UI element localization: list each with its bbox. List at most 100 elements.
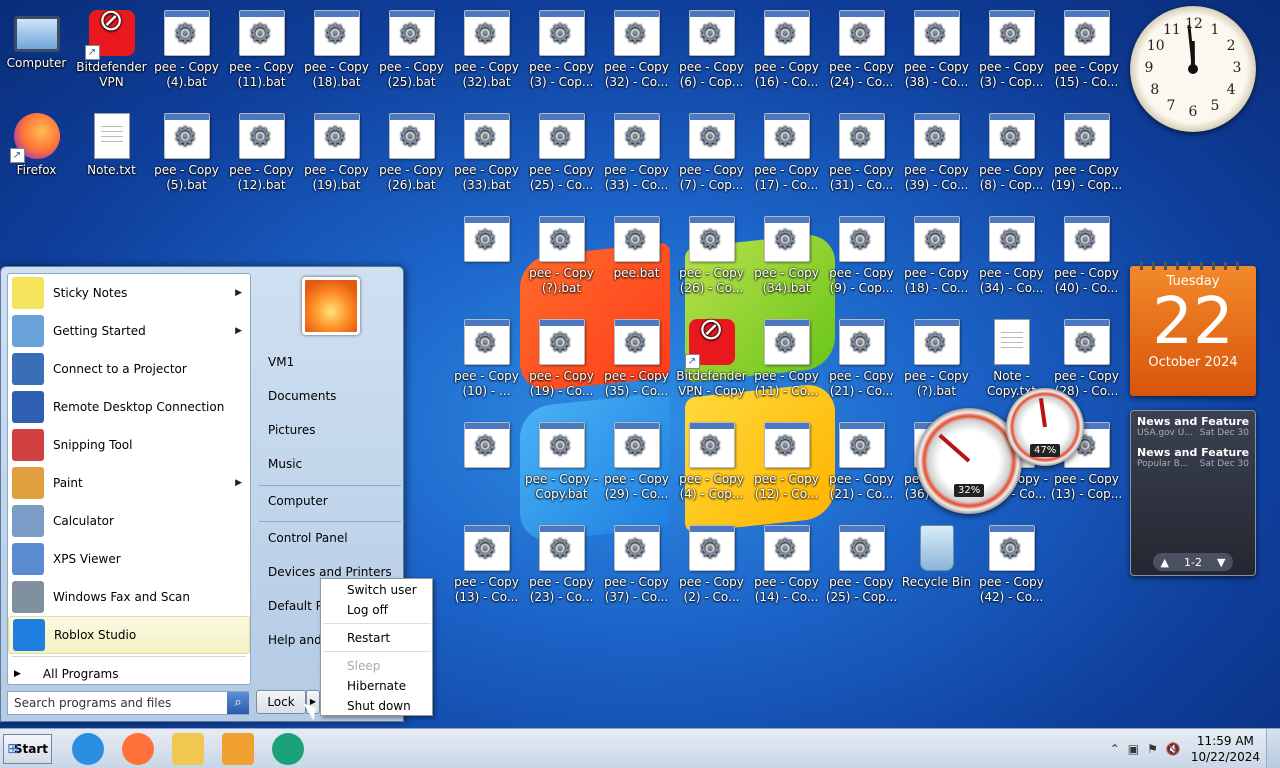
desktop-icon-bat[interactable]: pee - Copy (34).bat xyxy=(749,216,824,296)
power-menu-item[interactable]: Hibernate xyxy=(347,679,406,693)
desktop-icon-bat[interactable]: pee - Copy (38) - Co... xyxy=(899,10,974,90)
desktop-icon-bat[interactable]: pee - Copy (7) - Cop... xyxy=(674,113,749,193)
desktop-icon-firefox[interactable]: Firefox xyxy=(0,113,74,178)
desktop-icon-bat[interactable]: pee - Copy (32).bat xyxy=(449,10,524,90)
start-menu-item[interactable]: Remote Desktop Connection xyxy=(8,388,250,426)
desktop-icon-bat[interactable] xyxy=(449,216,524,266)
network-icon[interactable]: ▣ xyxy=(1128,742,1139,756)
start-menu-item[interactable]: Connect to a Projector xyxy=(8,350,250,388)
desktop-icon-bitdef[interactable]: Bitdefender VPN - Copy xyxy=(674,319,749,399)
submenu-arrow-icon[interactable]: ▶ xyxy=(235,288,242,298)
desktop-icon-bat[interactable]: pee - Copy (34) - Co... xyxy=(974,216,1049,296)
taskbar-internet-explorer-icon[interactable] xyxy=(72,733,104,765)
show-hidden-icons-icon[interactable]: ⌃ xyxy=(1110,742,1120,756)
start-menu-link[interactable]: Documents xyxy=(268,389,336,403)
submenu-arrow-icon[interactable]: ▶ xyxy=(235,478,242,488)
desktop-icon-bat[interactable]: pee - Copy (26).bat xyxy=(374,113,449,193)
start-menu-item[interactable]: Snipping Tool xyxy=(8,426,250,464)
start-menu-link[interactable]: Computer xyxy=(268,494,328,508)
desktop-icon-bat[interactable]: pee - Copy (19) - Co... xyxy=(524,319,599,399)
desktop-icon-bat[interactable]: pee - Copy (3) - Cop... xyxy=(974,10,1049,90)
calendar-gadget[interactable]: Tuesday 22 October 2024 xyxy=(1130,262,1256,396)
memory-meter-gadget[interactable]: 47% xyxy=(1006,388,1084,466)
user-picture[interactable] xyxy=(302,277,360,335)
desktop-icon-bat[interactable]: pee - Copy (9) - Cop... xyxy=(824,216,899,296)
desktop-icon-bat[interactable]: pee - Copy (25) - Co... xyxy=(524,113,599,193)
taskbar-media-player-icon[interactable] xyxy=(222,733,254,765)
search-icon[interactable]: ⌕ xyxy=(227,692,249,714)
desktop-icon-bat[interactable]: pee - Copy (15) - Co... xyxy=(1049,10,1124,90)
start-menu-item[interactable]: Roblox Studio xyxy=(8,616,250,654)
start-menu-link[interactable]: Music xyxy=(268,457,302,471)
taskbar-edge-icon[interactable] xyxy=(272,733,304,765)
desktop-icon-bat[interactable]: pee - Copy (23) - Co... xyxy=(524,525,599,605)
start-menu-item[interactable]: Paint ▶ xyxy=(8,464,250,502)
taskbar-file-explorer-icon[interactable] xyxy=(172,733,204,765)
desktop-icon-bat[interactable]: pee - Copy (16) - Co... xyxy=(749,10,824,90)
start-menu-link[interactable]: Pictures xyxy=(268,423,316,437)
desktop-icon-bat[interactable]: pee - Copy (33) - Co... xyxy=(599,113,674,193)
desktop-icon-bat[interactable]: pee - Copy (12).bat xyxy=(224,113,299,193)
desktop-icon-bat[interactable]: pee - Copy (4) - Cop... xyxy=(674,422,749,502)
feed-headlines-gadget[interactable]: News and Features f... USA.gov U... Sat D… xyxy=(1130,410,1256,576)
desktop-icon-bat[interactable]: pee - Copy (29) - Co... xyxy=(599,422,674,502)
desktop-icon-bat[interactable]: pee - Copy (17) - Co... xyxy=(749,113,824,193)
action-center-flag-icon[interactable]: ⚑ xyxy=(1147,742,1158,756)
desktop-icon-bat[interactable]: pee - Copy (31) - Co... xyxy=(824,113,899,193)
desktop-icon-bat[interactable]: pee - Copy (25).bat xyxy=(374,10,449,90)
desktop-icon-bat[interactable]: pee - Copy (35) - Co... xyxy=(599,319,674,399)
desktop-icon-note[interactable]: Note.txt xyxy=(74,113,149,178)
power-menu-item[interactable]: Shut down xyxy=(347,699,411,713)
desktop-icon-bat[interactable]: pee.bat xyxy=(599,216,674,281)
desktop-icon-bat[interactable]: pee - Copy (11) - Co... xyxy=(749,319,824,399)
feed-item[interactable]: News and Features f... USA.gov U... Sat D… xyxy=(1137,415,1249,438)
desktop-icon-bat[interactable]: pee - Copy (8) - Cop... xyxy=(974,113,1049,193)
start-menu-item[interactable]: Windows Fax and Scan xyxy=(8,578,250,616)
desktop-icon-bat[interactable] xyxy=(449,422,524,472)
power-menu-item[interactable]: Restart xyxy=(347,631,390,645)
taskbar-firefox-icon[interactable] xyxy=(122,733,154,765)
feed-prev-icon[interactable]: ▲ xyxy=(1161,556,1169,569)
desktop-icon-bat[interactable]: pee - Copy (14) - Co... xyxy=(749,525,824,605)
show-desktop-button[interactable] xyxy=(1266,729,1280,768)
desktop-icon-bat[interactable]: pee - Copy (2) - Co... xyxy=(674,525,749,605)
desktop-icon-note[interactable]: Note - Copy.txt xyxy=(974,319,1049,399)
desktop-icon-bat[interactable]: pee - Copy (6) - Cop... xyxy=(674,10,749,90)
desktop-icon-bat[interactable]: pee - Copy (32) - Co... xyxy=(599,10,674,90)
power-menu-item[interactable]: Log off xyxy=(347,603,388,617)
desktop-icon-bat[interactable]: pee - Copy (19) - Cop... xyxy=(1049,113,1124,193)
desktop-icon-bat[interactable]: pee - Copy (5).bat xyxy=(149,113,224,193)
start-menu-link[interactable]: Devices and Printers xyxy=(268,565,392,579)
desktop-icon-bat[interactable]: pee - Copy (37) - Co... xyxy=(599,525,674,605)
desktop-icon-bat[interactable]: pee - Copy (3) - Cop... xyxy=(524,10,599,90)
start-button[interactable]: Start xyxy=(3,734,52,764)
feed-item[interactable]: News and Features f... Popular B... Sat D… xyxy=(1137,446,1249,469)
desktop-icon-bat[interactable]: pee - Copy (13) - Co... xyxy=(449,525,524,605)
desktop-icon-bat[interactable]: pee - Copy (24) - Co... xyxy=(824,10,899,90)
desktop-icon-bat[interactable]: pee - Copy (19).bat xyxy=(299,113,374,193)
start-menu-item[interactable]: Calculator xyxy=(8,502,250,540)
desktop-icon-bat[interactable]: pee - Copy (33).bat xyxy=(449,113,524,193)
start-menu-link[interactable]: VM1 xyxy=(268,355,294,369)
desktop-icon-bat[interactable]: pee - Copy (26) - Co... xyxy=(674,216,749,296)
desktop-icon-bat[interactable]: pee - Copy (18) - Co... xyxy=(899,216,974,296)
desktop-icon-bat[interactable]: pee - Copy (11).bat xyxy=(224,10,299,90)
desktop-icon-recycle[interactable]: Recycle Bin xyxy=(899,525,974,590)
desktop-icon-bitdef[interactable]: Bitdefender VPN xyxy=(74,10,149,90)
desktop-icon-bat[interactable]: pee - Copy (40) - Co... xyxy=(1049,216,1124,296)
desktop-icon-bat[interactable]: pee - Copy (21) - Co... xyxy=(824,422,899,502)
desktop-icon-bat[interactable]: pee - Copy (39) - Co... xyxy=(899,113,974,193)
start-menu-item[interactable]: Sticky Notes ▶ xyxy=(8,274,250,312)
desktop-icon-bat[interactable]: pee - Copy (18).bat xyxy=(299,10,374,90)
desktop-icon-bat[interactable]: pee - Copy (42) - Co... xyxy=(974,525,1049,605)
desktop-icon-bat[interactable]: pee - Copy (28) - Co... xyxy=(1049,319,1124,399)
taskbar-clock[interactable]: 11:59 AM 10/22/2024 xyxy=(1191,733,1260,765)
start-menu-item[interactable]: Getting Started ▶ xyxy=(8,312,250,350)
start-search-input[interactable]: Search programs and files xyxy=(7,691,249,715)
submenu-arrow-icon[interactable]: ▶ xyxy=(235,326,242,336)
desktop-icon-bat[interactable]: pee - Copy (10) - ... xyxy=(449,319,524,399)
desktop-icon-bat[interactable]: pee - Copy (21) - Co... xyxy=(824,319,899,399)
feed-next-icon[interactable]: ▼ xyxy=(1217,556,1225,569)
desktop-icon-computer[interactable]: Computer xyxy=(0,10,74,71)
all-programs-button[interactable]: ▶ All Programs xyxy=(8,659,250,689)
